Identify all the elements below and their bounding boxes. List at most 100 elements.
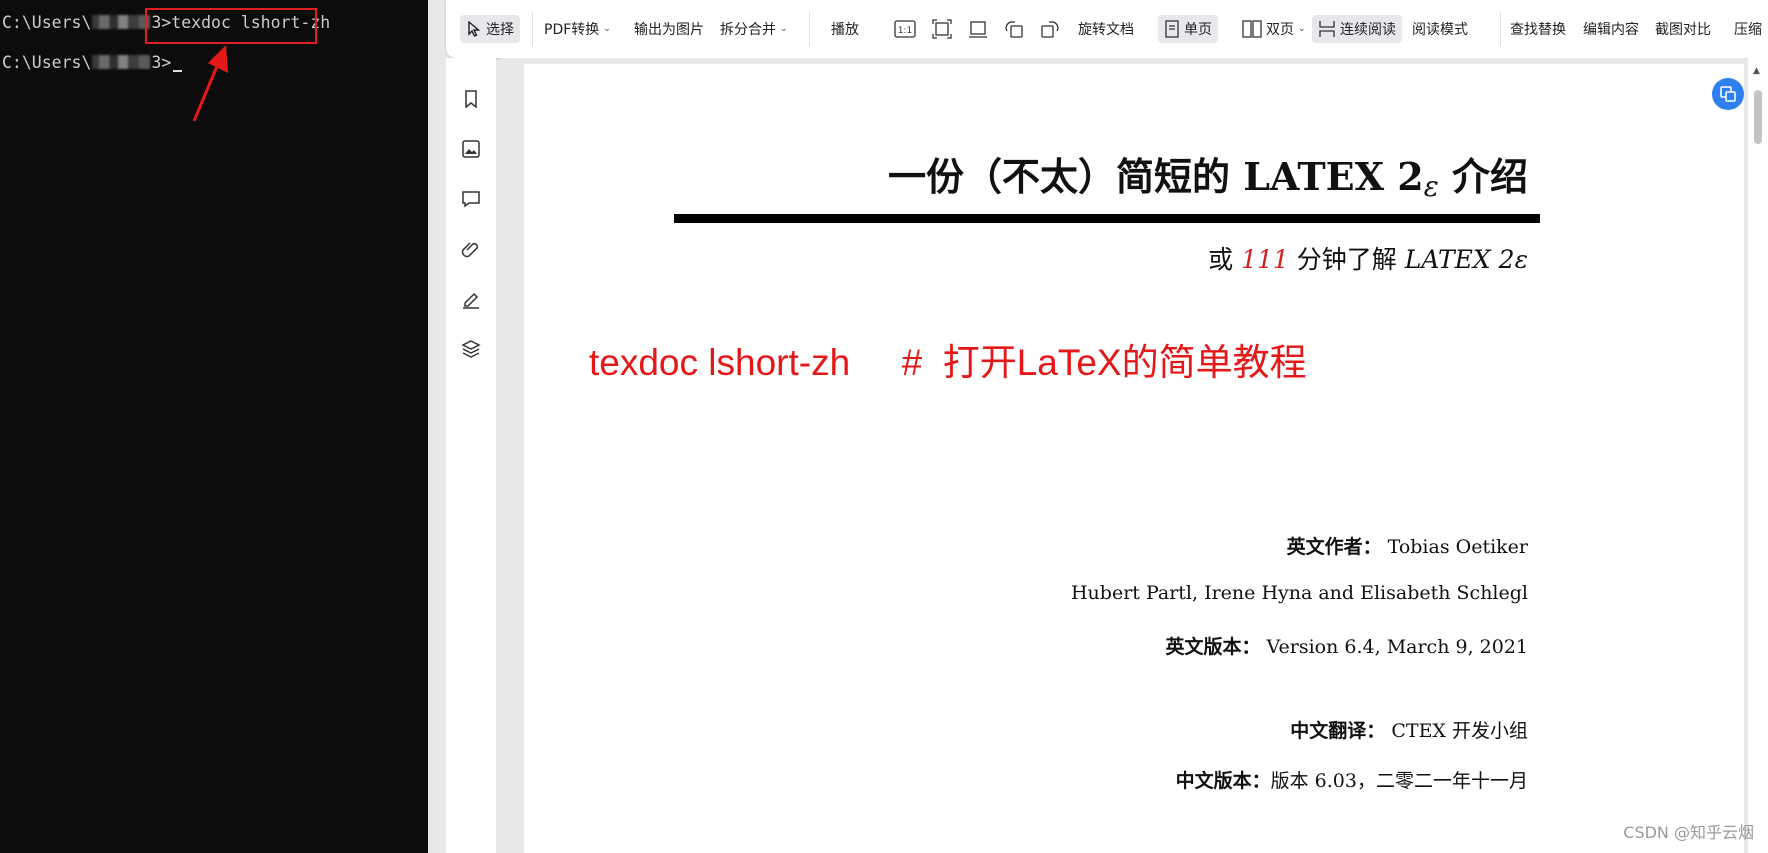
translator-value: CTEX 开发小组 [1385, 720, 1528, 742]
export-image-button[interactable]: 输出为图片 [634, 15, 704, 43]
fit-page-button[interactable] [932, 15, 952, 43]
continuous-read-button[interactable]: 连续阅读 [1312, 15, 1402, 43]
subtitle-number: 111 [1241, 245, 1289, 274]
find-replace-label: 查找替换 [1510, 22, 1566, 38]
find-replace-button[interactable]: 查找替换 [1510, 15, 1566, 43]
chevron-down-icon: ⌄ [603, 24, 611, 34]
double-page-button[interactable]: 双页 ⌄ [1242, 15, 1306, 43]
double-page-icon [1242, 20, 1262, 38]
pdf-convert-label: PDF转换 [544, 22, 600, 38]
image-icon[interactable] [460, 138, 482, 160]
title-tail: 介绍 [1438, 154, 1528, 199]
toolbar-divider [532, 12, 533, 46]
vertical-scrollbar[interactable]: ▲ [1748, 58, 1768, 853]
edit-content-label: 编辑内容 [1583, 22, 1639, 38]
prompt-prefix: C:\Users\ [2, 13, 92, 32]
play-button[interactable]: 播放 [831, 15, 859, 43]
split-merge-button[interactable]: 拆分合并 ⌄ [720, 15, 788, 43]
screenshot-compare-button[interactable]: 截图对比 [1655, 15, 1711, 43]
top-row-fragment-icon [776, 0, 806, 2]
document-area[interactable]: 一份（不太）简短的 LATEX 2ε 介绍 或 111 分钟了解 LATEX 2… [500, 58, 1768, 853]
title-epsilon: ε [1423, 170, 1439, 203]
redacted-username [92, 55, 151, 69]
author-line: 英文作者： Tobias Oetiker [1287, 532, 1528, 559]
zoom-field-fragment[interactable] [1086, 0, 1196, 2]
document-title: 一份（不太）简短的 LATEX 2ε 介绍 [888, 146, 1528, 203]
fit-page-icon [932, 19, 952, 39]
top-row-fragment-icon [1021, 0, 1051, 2]
floating-translate-button[interactable] [1712, 78, 1744, 110]
actual-size-button[interactable]: 1:1 [894, 15, 916, 43]
export-image-label: 输出为图片 [634, 22, 704, 38]
chevron-down-icon: ⌄ [1298, 24, 1306, 34]
left-sidebar [446, 58, 496, 853]
version-value: Version 6.4, March 9, 2021 [1260, 636, 1528, 658]
single-page-icon [1164, 20, 1180, 38]
redacted-username [92, 15, 151, 29]
toolbar-divider [1500, 12, 1501, 46]
layers-icon[interactable] [460, 338, 482, 360]
translator-line: 中文翻译： CTEX 开发小组 [1290, 716, 1528, 743]
rotate-right-button[interactable] [1040, 15, 1060, 43]
bookmark-icon[interactable] [460, 88, 482, 110]
subtitle-mid: 分钟了解 [1288, 245, 1405, 274]
scroll-up-icon[interactable]: ▲ [1753, 66, 1760, 76]
scrollbar-thumb[interactable] [1754, 90, 1762, 144]
single-page-label: 单页 [1184, 22, 1212, 38]
toolbar: 选择 PDF转换 ⌄ 输出为图片 拆分合并 ⌄ 播放 1:1 旋转文档 单页 双… [446, 0, 1768, 58]
read-mode-label: 阅读模式 [1412, 22, 1468, 38]
watermark: CSDN @知乎云烟 [1623, 823, 1754, 842]
text-cursor [173, 70, 183, 72]
double-page-label: 双页 [1266, 22, 1294, 38]
version-label: 英文版本： [1165, 636, 1261, 658]
annotation-arrow-icon [192, 45, 228, 122]
fit-width-button[interactable] [968, 15, 988, 43]
cn-version-value: 版本 6.03，二零二一年十一月 [1270, 770, 1528, 792]
screenshot-compare-label: 截图对比 [1655, 22, 1711, 38]
pdf-convert-button[interactable]: PDF转换 ⌄ [544, 15, 611, 43]
top-row-fragment-icon [934, 0, 964, 2]
compress-button[interactable]: 压缩 [1734, 15, 1762, 43]
translate-icon [1720, 86, 1736, 102]
split-merge-label: 拆分合并 [720, 22, 776, 38]
prompt-suffix: 3> [151, 53, 172, 72]
edit-content-button[interactable]: 编辑内容 [1583, 15, 1639, 43]
signature-icon[interactable] [460, 288, 482, 310]
page-field-fragment[interactable] [1346, 0, 1486, 2]
title-rule [674, 214, 1540, 223]
pdf-viewer: 选择 PDF转换 ⌄ 输出为图片 拆分合并 ⌄ 播放 1:1 旋转文档 单页 双… [428, 0, 1768, 853]
terminal-line-prompt[interactable]: C:\Users\ 3> [2, 53, 183, 72]
select-tool-button[interactable]: 选择 [460, 15, 520, 43]
rotate-left-button[interactable] [1004, 15, 1024, 43]
author-value: Tobias Oetiker [1381, 536, 1528, 558]
coauthors-line: Hubert Partl, Irene Hyna and Elisabeth S… [1070, 582, 1528, 604]
rotate-document-button[interactable]: 旋转文档 [1078, 15, 1134, 43]
version-line: 英文版本： Version 6.4, March 9, 2021 [1166, 632, 1529, 659]
subtitle-latex: LATEX 2ε [1404, 245, 1528, 274]
document-subtitle: 或 111 分钟了解 LATEX 2ε [1208, 240, 1528, 276]
top-row-fragment-icon [1744, 0, 1768, 2]
annotation-note: texdoc lshort-zh # 打开LaTeX的简单教程 [589, 342, 1307, 383]
title-main: 一份（不太）简短的 LATEX 2 [887, 154, 1424, 199]
pdf-page[interactable]: 一份（不太）简短的 LATEX 2ε 介绍 或 111 分钟了解 LATEX 2… [524, 64, 1744, 853]
attachment-icon[interactable] [460, 238, 482, 260]
single-page-button[interactable]: 单页 [1158, 15, 1218, 43]
cursor-icon [466, 21, 482, 37]
play-label: 播放 [831, 22, 859, 38]
terminal-window[interactable]: C:\Users\ 3>texdoc lshort-zh C:\Users\ 3> [0, 0, 428, 853]
subtitle-pre: 或 [1208, 245, 1242, 274]
prompt-prefix: C:\Users\ [2, 53, 92, 72]
rotate-right-icon [1040, 19, 1060, 39]
comment-icon[interactable] [460, 188, 482, 210]
fit-width-icon [968, 19, 988, 39]
command-highlight-box [145, 8, 317, 44]
cn-version-label: 中文版本： [1175, 770, 1271, 792]
top-row-fragment-icon [1538, 0, 1568, 2]
rotate-document-label: 旋转文档 [1078, 22, 1134, 38]
author-label: 英文作者： [1286, 536, 1382, 558]
read-mode-button[interactable]: 阅读模式 [1412, 15, 1468, 43]
select-tool-label: 选择 [486, 22, 514, 38]
cn-version-line: 中文版本：版本 6.03，二零二一年十一月 [1176, 766, 1528, 793]
svg-text:1:1: 1:1 [898, 26, 912, 36]
top-row-fragment-icon [471, 0, 521, 2]
